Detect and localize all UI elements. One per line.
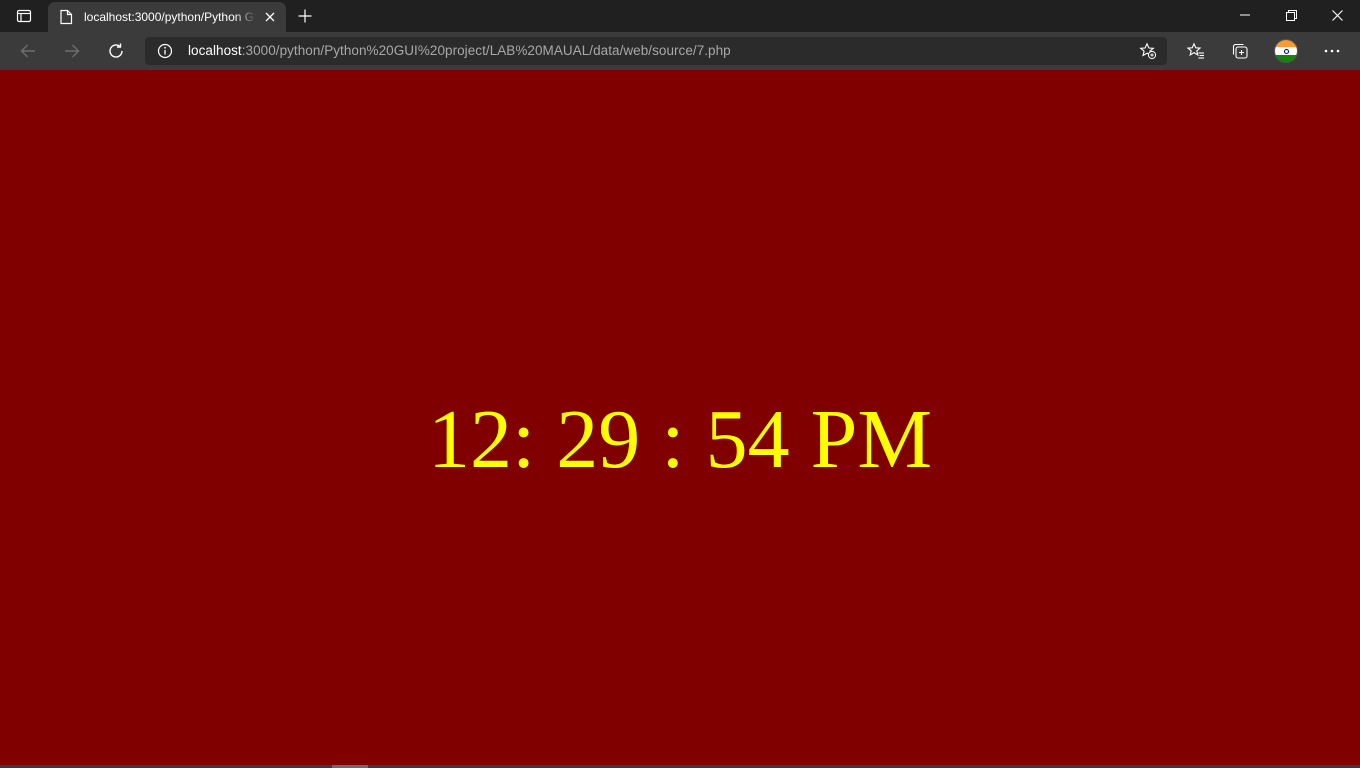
tab-active[interactable]: localhost:3000/python/Python GUI project: [48, 2, 286, 32]
minimize-icon[interactable]: [1222, 0, 1268, 30]
tab-title: localhost:3000/python/Python GUI project: [84, 10, 256, 24]
favorites-icon[interactable]: [1180, 36, 1212, 66]
close-icon[interactable]: [262, 9, 278, 25]
tab-actions-icon[interactable]: [8, 4, 40, 28]
arrow-right-icon[interactable]: [56, 35, 88, 67]
arrow-left-icon[interactable]: [12, 35, 44, 67]
tab-strip: localhost:3000/python/Python GUI project: [0, 0, 1360, 32]
avatar: [1274, 39, 1298, 63]
address-bar[interactable]: localhost:3000/python/Python%20GUI%20pro…: [145, 37, 1167, 65]
page-viewport: 12: 29 : 54 PM: [0, 70, 1360, 765]
info-icon[interactable]: [157, 43, 173, 59]
star-plus-icon[interactable]: [1139, 42, 1157, 60]
india-flag-avatar[interactable]: [1270, 36, 1302, 66]
url-text[interactable]: localhost:3000/python/Python%20GUI%20pro…: [188, 43, 731, 58]
collections-icon[interactable]: [1224, 36, 1256, 66]
url-path: :3000/python/Python%20GUI%20project/LAB%…: [241, 43, 731, 58]
reload-icon[interactable]: [100, 35, 132, 67]
window-close-icon[interactable]: [1314, 0, 1360, 30]
digital-clock: 12: 29 : 54 PM: [427, 392, 933, 486]
more-icon[interactable]: [1316, 36, 1348, 66]
plus-icon[interactable]: [293, 4, 317, 28]
restore-icon[interactable]: [1268, 0, 1314, 30]
url-host: localhost: [188, 43, 242, 58]
page-icon: [58, 9, 74, 25]
